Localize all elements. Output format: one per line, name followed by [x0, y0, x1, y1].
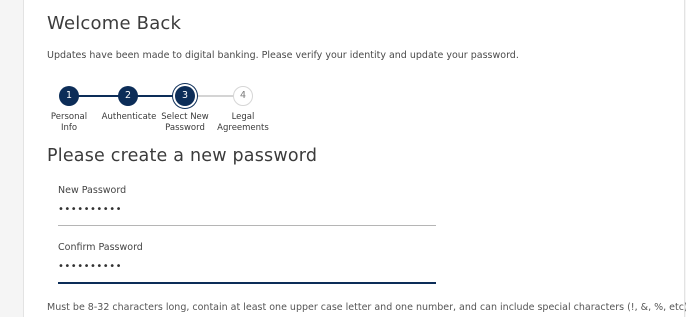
stepper-connector [194, 95, 238, 97]
confirm-password-field[interactable]: Confirm Password •••••••••• [58, 242, 436, 284]
page-subtitle: Updates have been made to digital bankin… [47, 50, 519, 61]
step-1-label-line2: Info [60, 123, 78, 133]
step-2-label-line1: Authenticate [101, 112, 157, 122]
confirm-password-input[interactable]: •••••••••• [58, 260, 436, 274]
step-1-circle: 1 [59, 86, 79, 106]
progress-stepper: 1 Personal Info 2 Authenticate 3 Select … [24, 86, 324, 146]
step-2-label: Authenticate [96, 112, 162, 123]
step-3-label-line2: Password [165, 123, 205, 133]
step-1-label-line1: Personal [50, 112, 88, 122]
new-password-field[interactable]: New Password •••••••••• [58, 185, 436, 226]
content-card: Welcome Back Updates have been made to d… [23, 0, 686, 317]
step-3-circle: 3 [175, 86, 195, 106]
step-2-circle: 2 [118, 86, 138, 106]
page: Welcome Back Updates have been made to d… [0, 0, 686, 317]
new-password-underline [58, 225, 436, 226]
step-1-label: Personal Info [38, 112, 100, 134]
step-4-label-line2: Agreements [217, 123, 269, 133]
password-requirements-hint: Must be 8-32 characters long, contain at… [47, 302, 686, 313]
confirm-password-underline [58, 282, 436, 284]
step-3-label: Select New Password [157, 112, 213, 134]
new-password-input[interactable]: •••••••••• [58, 203, 436, 217]
step-4-circle: 4 [233, 86, 253, 106]
step-3-label-line1: Select New [161, 112, 209, 122]
new-password-label: New Password [58, 185, 127, 196]
confirm-password-label: Confirm Password [58, 242, 143, 253]
step-4-label-line1: Legal [231, 112, 255, 122]
form-heading: Please create a new password [47, 146, 318, 166]
page-title: Welcome Back [47, 13, 182, 34]
step-4-label: Legal Agreements [212, 112, 274, 134]
